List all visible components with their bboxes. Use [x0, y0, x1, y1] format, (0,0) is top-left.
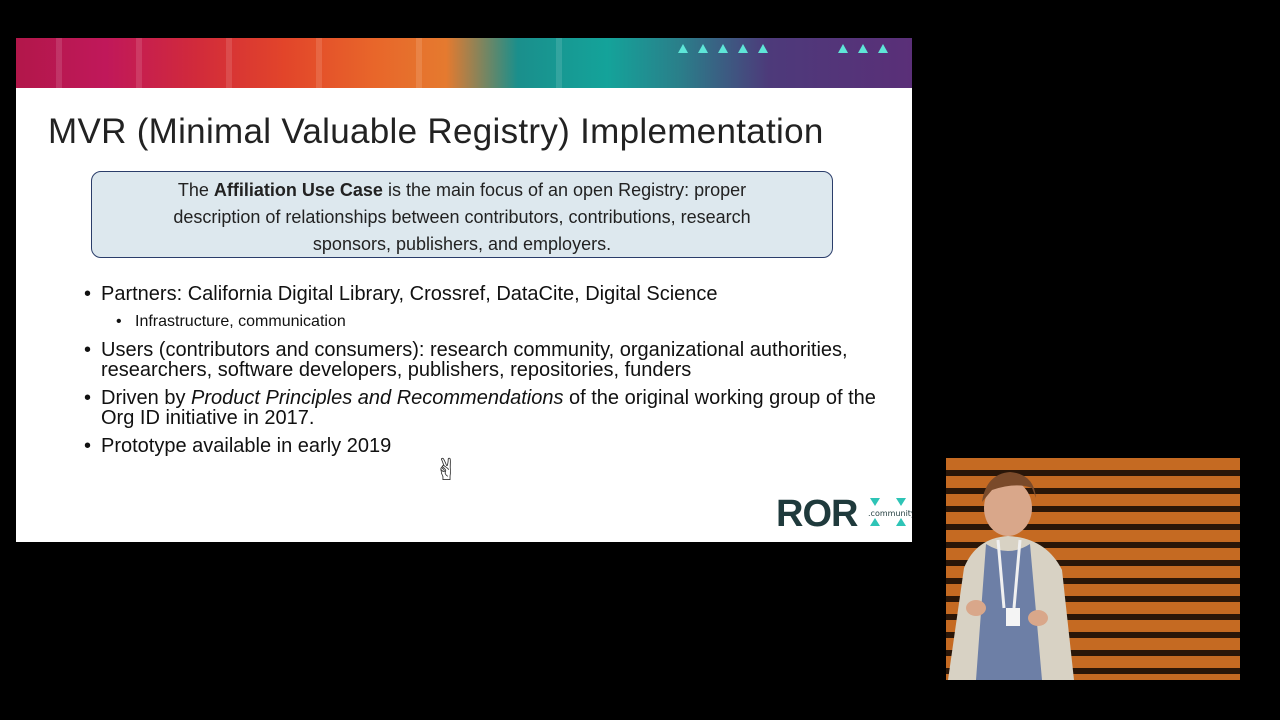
- callout-line2: description of relationships between con…: [173, 207, 751, 227]
- bullet-driven-by: Driven by Product Principles and Recomme…: [84, 388, 884, 428]
- callout-line1-rest: is the main focus of an open Registry: p…: [382, 180, 747, 200]
- bullet-list: Partners: California Digital Library, Cr…: [84, 284, 884, 464]
- speaker-figure: [948, 472, 1074, 680]
- presentation-slide: MVR (Minimal Valuable Registry) Implemen…: [16, 38, 912, 542]
- crossed-fingers-icon: ✌: [434, 453, 460, 488]
- speaker-video-feed: [946, 458, 1240, 680]
- bullet-prototype: Prototype available in early 2019: [84, 436, 884, 456]
- decorative-banner: [16, 38, 912, 88]
- callout-bold-term: Affiliation Use Case: [213, 180, 383, 200]
- affiliation-callout-box: The Affiliation Use Case is the main foc…: [91, 171, 833, 258]
- bullet-users: Users (contributors and consumers): rese…: [84, 340, 884, 380]
- bullet-partners-sub: Infrastructure, communication: [116, 312, 884, 332]
- ror-logo-subtext: .community: [868, 509, 912, 518]
- ror-logo-text: ROR: [776, 493, 858, 535]
- slide-title: MVR (Minimal Valuable Registry) Implemen…: [48, 112, 824, 151]
- driven-prefix: Driven by: [101, 387, 192, 409]
- bullet-partners: Partners: California Digital Library, Cr…: [84, 284, 884, 304]
- callout-prefix: The: [177, 180, 214, 200]
- callout-line3: sponsors, publishers, and employers.: [312, 234, 612, 254]
- ror-logo: ROR .community: [776, 493, 912, 535]
- driven-italic: Product Principles and Recommendations: [191, 387, 564, 409]
